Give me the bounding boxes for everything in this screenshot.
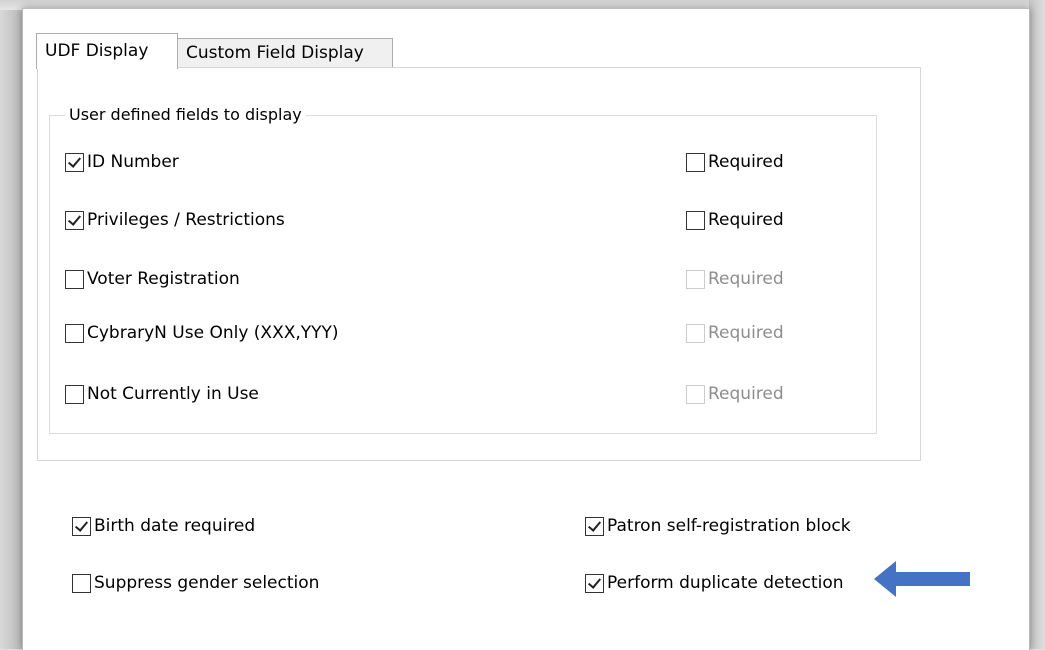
checkbox-icon: [686, 152, 705, 172]
arrow-shape: [874, 561, 970, 597]
checkbox-icon: [686, 269, 705, 289]
tab-udf-display[interactable]: UDF Display: [36, 33, 178, 69]
udf-checkbox-voter-registration[interactable]: Voter Registration: [65, 267, 240, 291]
checkbox-icon: [72, 573, 91, 593]
udf-checkbox-cybraryn-use-only[interactable]: CybraryN Use Only (XXX,YYY): [65, 321, 339, 345]
required-label: Required: [708, 269, 784, 289]
required-checkbox-privileges[interactable]: Required: [686, 208, 784, 232]
required-label: Required: [708, 384, 784, 404]
desktop-background-left: [0, 0, 22, 649]
tab-custom-field-display[interactable]: Custom Field Display: [178, 38, 393, 67]
birth-date-required-label: Birth date required: [94, 516, 256, 536]
required-checkbox-not-currently-in-use[interactable]: Required: [686, 382, 784, 406]
udf-label: CybraryN Use Only (XXX,YYY): [87, 323, 339, 343]
suppress-gender-checkbox[interactable]: Suppress gender selection: [72, 571, 319, 595]
checkbox-icon: [65, 269, 84, 289]
arrow-left-icon: [874, 561, 970, 597]
patron-options-dialog: UDF Display Custom Field Display User de…: [22, 8, 1030, 650]
self-registration-block-checkbox[interactable]: Patron self-registration block: [585, 514, 851, 538]
udf-checkbox-id-number[interactable]: ID Number: [65, 150, 179, 174]
required-checkbox-voter-registration[interactable]: Required: [686, 267, 784, 291]
udf-groupbox-title: User defined fields to display: [65, 103, 306, 127]
required-checkbox-id-number[interactable]: Required: [686, 150, 784, 174]
tab-udf-display-label: UDF Display: [45, 41, 149, 61]
checkbox-icon: [585, 573, 604, 593]
required-label: Required: [708, 210, 784, 230]
suppress-gender-label: Suppress gender selection: [94, 573, 320, 593]
udf-checkbox-privileges[interactable]: Privileges / Restrictions: [65, 208, 285, 232]
checkbox-icon: [65, 323, 84, 343]
required-label: Required: [708, 323, 784, 343]
checkbox-icon: [686, 210, 705, 230]
required-label: Required: [708, 152, 784, 172]
checkbox-icon: [686, 323, 705, 343]
tab-custom-field-display-label: Custom Field Display: [186, 43, 364, 63]
duplicate-detection-checkbox[interactable]: Perform duplicate detection: [585, 571, 844, 595]
required-checkbox-cybraryn-use-only[interactable]: Required: [686, 321, 784, 345]
udf-label: ID Number: [87, 152, 179, 172]
udf-checkbox-not-currently-in-use[interactable]: Not Currently in Use: [65, 382, 259, 406]
self-registration-block-label: Patron self-registration block: [607, 516, 851, 536]
checkbox-icon: [65, 152, 84, 172]
udf-label: Not Currently in Use: [87, 384, 259, 404]
checkbox-icon: [65, 210, 84, 230]
checkbox-icon: [585, 516, 604, 536]
udf-groupbox: User defined fields to display ID Number…: [49, 103, 877, 434]
checkbox-icon: [686, 384, 705, 404]
desktop-background-right: [1029, 0, 1045, 649]
checkbox-icon: [65, 384, 84, 404]
checkbox-icon: [72, 516, 91, 536]
udf-label: Privileges / Restrictions: [87, 210, 285, 230]
udf-display-panel: User defined fields to display ID Number…: [37, 67, 921, 461]
duplicate-detection-label: Perform duplicate detection: [607, 573, 844, 593]
udf-label: Voter Registration: [87, 269, 240, 289]
birth-date-required-checkbox[interactable]: Birth date required: [72, 514, 255, 538]
